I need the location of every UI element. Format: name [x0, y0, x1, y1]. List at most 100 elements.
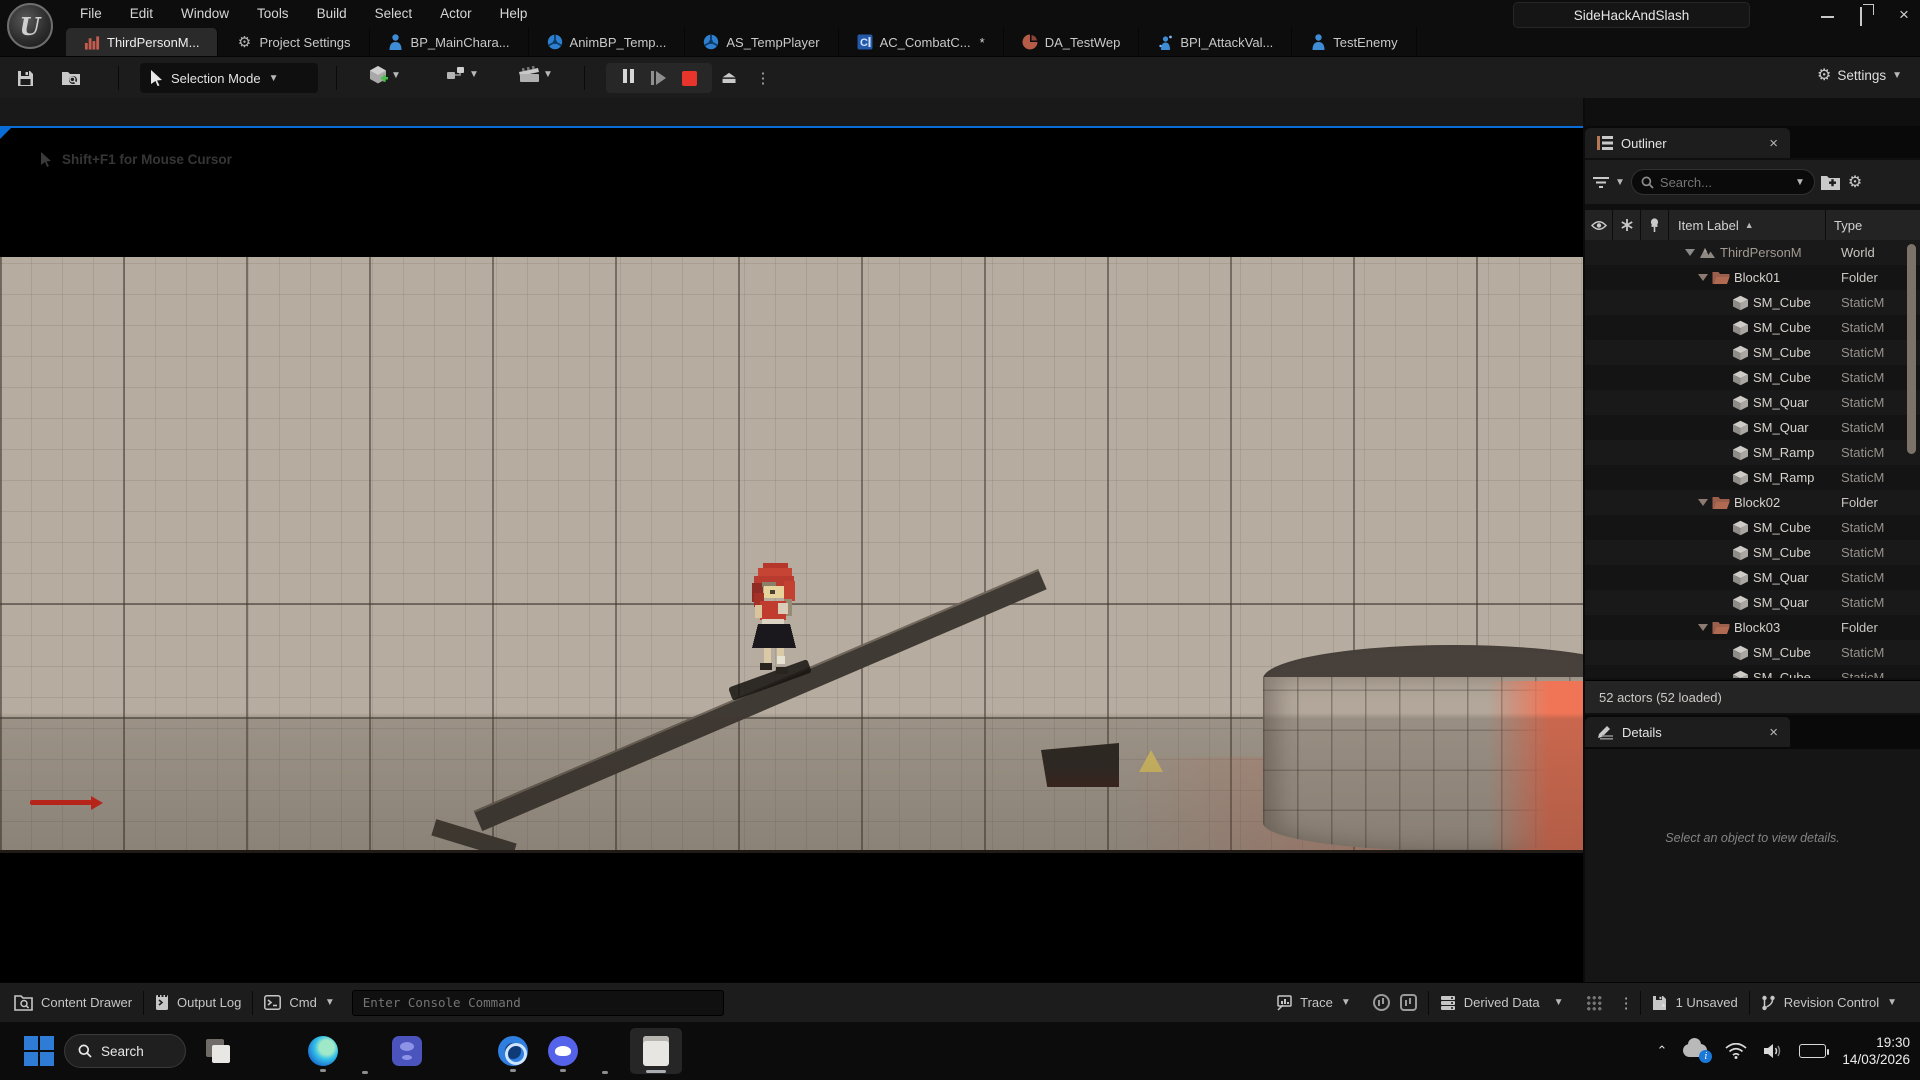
status-kebab-icon[interactable]: ⋮ — [1613, 983, 1640, 1022]
outliner-scrollbar[interactable] — [1907, 244, 1916, 454]
derived-data-dropdown[interactable]: Derived Data ▼ — [1429, 983, 1575, 1022]
onedrive-cloud-icon[interactable]: i — [1683, 1042, 1709, 1060]
unreal-logo-icon[interactable]: U — [7, 3, 53, 49]
insights-snapshot-icon[interactable] — [1400, 994, 1417, 1011]
new-folder-icon[interactable] — [1821, 174, 1840, 190]
filter-icon[interactable] — [1593, 176, 1609, 189]
texture-streaming-icon[interactable] — [1575, 983, 1613, 1022]
cmd-dropdown[interactable]: Cmd ▼ — [253, 983, 345, 1022]
outliner-row-block01[interactable]: Block01Folder — [1585, 265, 1920, 290]
browse-content-icon[interactable] — [58, 65, 84, 91]
tab-testenemy[interactable]: TestEnemy — [1292, 28, 1416, 56]
cinematics-dropdown[interactable]: ▼ — [518, 65, 553, 83]
insights-session-icon[interactable] — [1373, 994, 1390, 1011]
discord-button[interactable] — [538, 1029, 588, 1073]
column-pin[interactable] — [1641, 210, 1669, 240]
tab-bp-mainchara[interactable]: BP_MainChara... — [370, 28, 529, 56]
stop-button[interactable] — [682, 71, 697, 86]
tab-outliner[interactable]: Outliner × — [1585, 128, 1790, 158]
tab-thirdpersonm[interactable]: ThirdPersonM... — [66, 28, 218, 56]
blueprints-dropdown[interactable]: ▼ — [446, 65, 479, 83]
menu-item-window[interactable]: Window — [167, 0, 243, 28]
outliner-search-box[interactable]: ▼ — [1631, 169, 1815, 195]
outliner-row-sm_quar[interactable]: SM_QuarStaticM — [1585, 390, 1920, 415]
column-item-label[interactable]: Item Label ▲ — [1669, 210, 1826, 240]
outliner-row-sm_cube[interactable]: SM_CubeStaticM — [1585, 340, 1920, 365]
active-app-button[interactable] — [630, 1029, 682, 1073]
play-options-kebab-icon[interactable]: ⋮ — [750, 65, 776, 91]
revision-control-dropdown[interactable]: Revision Control ▼ — [1750, 983, 1908, 1022]
outliner-row-sm_cube[interactable]: SM_CubeStaticM — [1585, 665, 1920, 678]
pause-button[interactable] — [622, 69, 636, 88]
tab-project-settings[interactable]: ⚙Project Settings — [218, 28, 369, 56]
running-app-dot[interactable] — [362, 1071, 368, 1074]
menu-item-select[interactable]: Select — [361, 0, 427, 28]
menu-item-build[interactable]: Build — [303, 0, 361, 28]
close-icon[interactable]: × — [1769, 135, 1778, 152]
outliner-row-sm_quar[interactable]: SM_QuarStaticM — [1585, 415, 1920, 440]
taskbar-search[interactable]: Search — [64, 1034, 186, 1068]
minimize-icon[interactable] — [1821, 10, 1834, 18]
windows-start-button[interactable] — [24, 1029, 54, 1073]
content-drawer-button[interactable]: Content Drawer — [12, 983, 143, 1022]
outliner-row-sm_cube[interactable]: SM_CubeStaticM — [1585, 365, 1920, 390]
settings-dropdown[interactable]: ⚙ Settings ▼ — [1817, 65, 1902, 85]
outliner-row-sm_cube[interactable]: SM_CubeStaticM — [1585, 640, 1920, 665]
tab-bpi-attackval[interactable]: BPI_AttackVal... — [1139, 28, 1292, 56]
battery-icon[interactable] — [1799, 1044, 1826, 1058]
speaker-icon[interactable] — [1763, 1043, 1783, 1059]
column-visibility[interactable] — [1585, 210, 1613, 240]
tab-animbp-temp[interactable]: AnimBP_Temp... — [529, 28, 686, 56]
close-icon[interactable]: × — [1899, 8, 1912, 21]
game-viewport[interactable]: Shift+F1 for Mouse Cursor — [0, 98, 1583, 982]
close-icon[interactable]: × — [1769, 724, 1778, 741]
outliner-row-sm_cube[interactable]: SM_CubeStaticM — [1585, 315, 1920, 340]
menu-item-tools[interactable]: Tools — [243, 0, 303, 28]
outliner-row-sm_quar[interactable]: SM_QuarStaticM — [1585, 590, 1920, 615]
frame-step-button[interactable] — [651, 71, 666, 85]
outliner-row-sm_ramp[interactable]: SM_RampStaticM — [1585, 440, 1920, 465]
expander-arrow-icon[interactable] — [1698, 624, 1708, 631]
menu-item-edit[interactable]: Edit — [116, 0, 167, 28]
expander-arrow-icon[interactable] — [1685, 249, 1695, 256]
outliner-row-sm_cube[interactable]: SM_CubeStaticM — [1585, 515, 1920, 540]
output-log-button[interactable]: Output Log — [144, 983, 252, 1022]
blue-app-button[interactable] — [488, 1029, 538, 1073]
outliner-row-block03[interactable]: Block03Folder — [1585, 615, 1920, 640]
outliner-row-sm_quar[interactable]: SM_QuarStaticM — [1585, 565, 1920, 590]
restore-icon[interactable] — [1860, 7, 1862, 26]
outliner-row-block02[interactable]: Block02Folder — [1585, 490, 1920, 515]
outliner-settings-gear-icon[interactable]: ⚙ — [1848, 172, 1862, 192]
teams-button[interactable] — [382, 1029, 432, 1073]
outliner-row-sm_cube[interactable]: SM_CubeStaticM — [1585, 540, 1920, 565]
console-command-input[interactable] — [352, 990, 724, 1016]
chevron-down-icon[interactable]: ▼ — [1795, 177, 1805, 188]
taskbar-clock[interactable]: 19:30 14/03/2026 — [1842, 1034, 1910, 1068]
wifi-icon[interactable] — [1725, 1043, 1747, 1059]
tray-expand-icon[interactable]: ⌃ — [1657, 1043, 1668, 1059]
outliner-row-sm_cube[interactable]: SM_CubeStaticM — [1585, 290, 1920, 315]
menu-item-file[interactable]: File — [66, 0, 116, 28]
expander-arrow-icon[interactable] — [1698, 274, 1708, 281]
tab-as-tempplayer[interactable]: AS_TempPlayer — [685, 28, 838, 56]
add-actor-dropdown[interactable]: ▼ — [368, 65, 401, 85]
task-view-button[interactable] — [196, 1029, 240, 1073]
menu-item-actor[interactable]: Actor — [426, 0, 486, 28]
tab-ac-combatc[interactable]: CAC_CombatC...* — [839, 28, 1004, 56]
tab-da-testwep[interactable]: DA_TestWep — [1004, 28, 1140, 56]
outliner-row-sm_ramp[interactable]: SM_RampStaticM — [1585, 465, 1920, 490]
eject-button[interactable]: ⏏ — [716, 65, 742, 91]
search-input[interactable] — [1660, 175, 1789, 190]
expander-arrow-icon[interactable] — [1698, 499, 1708, 506]
tab-details[interactable]: Details × — [1585, 717, 1790, 747]
selection-mode-dropdown[interactable]: Selection Mode ▼ — [140, 63, 318, 93]
column-favorite[interactable] — [1613, 210, 1641, 240]
menu-item-help[interactable]: Help — [486, 0, 542, 28]
column-type[interactable]: Type — [1826, 210, 1920, 240]
running-app-dot[interactable] — [602, 1071, 608, 1074]
unsaved-button[interactable]: * 1 Unsaved — [1641, 983, 1749, 1022]
chevron-down-icon[interactable]: ▼ — [1615, 177, 1625, 188]
save-icon[interactable] — [12, 65, 38, 91]
outliner-row-thirdpersonm[interactable]: ThirdPersonMWorld — [1585, 240, 1920, 265]
trace-dropdown[interactable]: Trace ▼ — [1265, 983, 1362, 1022]
